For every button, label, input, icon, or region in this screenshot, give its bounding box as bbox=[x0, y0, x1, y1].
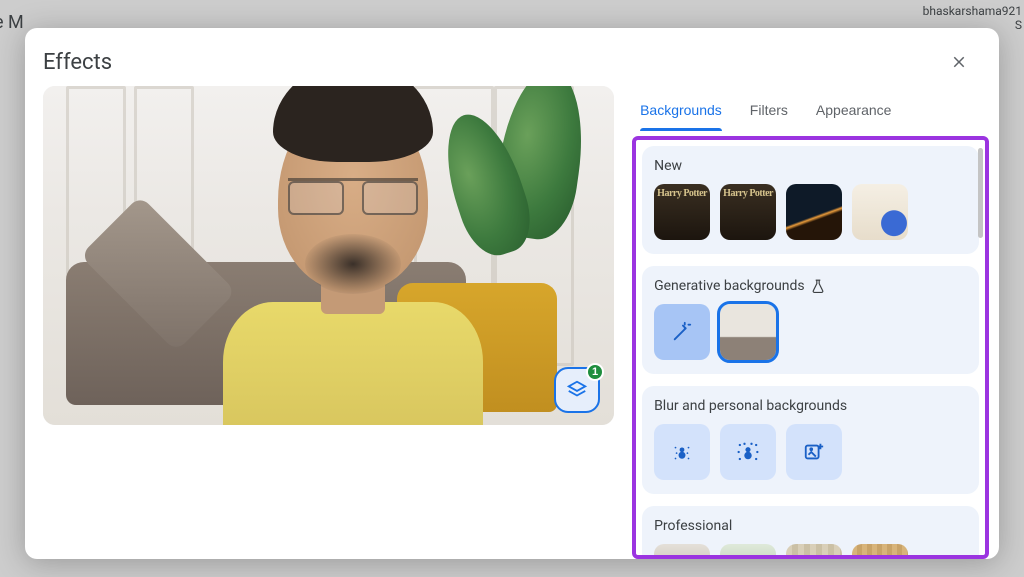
bg-colorful-room[interactable] bbox=[852, 184, 908, 240]
backgrounds-scroll-area[interactable]: New Harry Potter Harry Potter Generative… bbox=[632, 136, 989, 559]
section-new: New Harry Potter Harry Potter bbox=[642, 146, 979, 254]
bg-harry-potter-1[interactable]: Harry Potter bbox=[654, 184, 710, 240]
section-professional: Professional bbox=[642, 506, 979, 559]
slight-blur-button[interactable] bbox=[654, 424, 710, 480]
section-generative-tiles bbox=[654, 304, 967, 360]
section-professional-title: Professional bbox=[654, 518, 967, 534]
bg-professional-1[interactable] bbox=[654, 544, 710, 559]
tab-filters[interactable]: Filters bbox=[750, 94, 788, 130]
upload-background-button[interactable] bbox=[786, 424, 842, 480]
section-new-title: New bbox=[654, 158, 967, 174]
section-professional-tiles bbox=[654, 544, 967, 559]
scrollbar[interactable] bbox=[978, 148, 983, 238]
section-generative: Generative backgrounds bbox=[642, 266, 979, 374]
preview-area: 1 bbox=[43, 86, 614, 559]
self-view-person bbox=[203, 86, 503, 425]
effects-modal: Effects bbox=[25, 28, 999, 559]
layers-icon bbox=[566, 379, 588, 401]
strong-blur-icon bbox=[734, 438, 762, 466]
section-new-tiles: Harry Potter Harry Potter bbox=[654, 184, 967, 240]
video-preview: 1 bbox=[43, 86, 614, 425]
effects-tabs: Backgrounds Filters Appearance bbox=[632, 86, 989, 130]
bg-professional-3[interactable] bbox=[786, 544, 842, 559]
magic-wand-icon bbox=[671, 321, 693, 343]
strong-blur-button[interactable] bbox=[720, 424, 776, 480]
bg-professional-2[interactable] bbox=[720, 544, 776, 559]
section-generative-title: Generative backgrounds bbox=[654, 278, 967, 294]
applied-effects-button[interactable]: 1 bbox=[554, 367, 600, 413]
section-blur-tiles bbox=[654, 424, 967, 480]
tab-appearance[interactable]: Appearance bbox=[816, 94, 892, 130]
section-blur-personal: Blur and personal backgrounds bbox=[642, 386, 979, 494]
bg-generated-living-room[interactable] bbox=[720, 304, 776, 360]
bg-professional-4[interactable] bbox=[852, 544, 908, 559]
effects-side-panel: Backgrounds Filters Appearance New Harry… bbox=[632, 86, 995, 559]
bg-harry-potter-2[interactable]: Harry Potter bbox=[720, 184, 776, 240]
slight-blur-icon bbox=[669, 439, 695, 465]
add-image-icon bbox=[803, 441, 825, 463]
account-email-fragment: bhaskarshama921 bbox=[923, 4, 1022, 18]
generate-background-button[interactable] bbox=[654, 304, 710, 360]
tab-backgrounds[interactable]: Backgrounds bbox=[640, 94, 722, 130]
flask-icon bbox=[811, 279, 825, 293]
bg-dark-fireplace[interactable] bbox=[786, 184, 842, 240]
close-button[interactable] bbox=[943, 46, 975, 78]
modal-title: Effects bbox=[43, 50, 112, 75]
section-blur-title: Blur and personal backgrounds bbox=[654, 398, 967, 414]
modal-body: 1 Backgrounds Filters Appearance New Har… bbox=[25, 86, 999, 559]
modal-header: Effects bbox=[25, 28, 999, 86]
obscured-page-text-left: e M bbox=[0, 12, 24, 33]
close-icon bbox=[950, 53, 968, 71]
